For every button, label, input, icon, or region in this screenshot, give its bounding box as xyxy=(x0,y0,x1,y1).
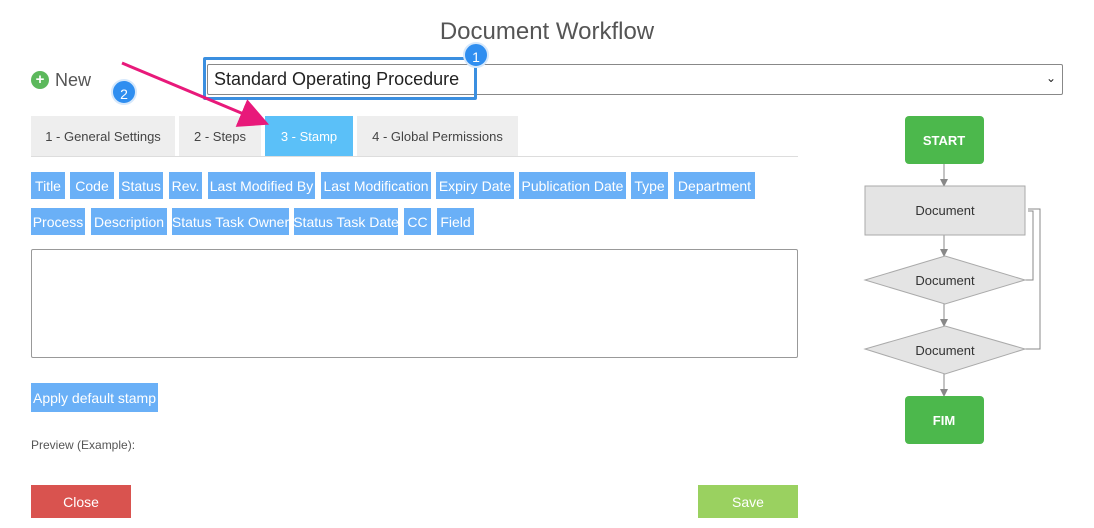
workflow-diagram: START Document Document Document FIM xyxy=(121,61,1041,444)
flow-end-label: FIM xyxy=(933,413,955,428)
annotation-marker-2: 2 xyxy=(111,79,137,105)
annotation-arrow xyxy=(121,61,270,127)
flow-loop-connector xyxy=(1025,210,1034,281)
flow-decision-label: Document xyxy=(915,343,975,358)
flow-start-label: START xyxy=(923,133,965,148)
flow-decision-label: Document xyxy=(915,273,975,288)
flow-document-label: Document xyxy=(915,203,975,218)
annotation-marker-1: 1 xyxy=(463,42,489,68)
